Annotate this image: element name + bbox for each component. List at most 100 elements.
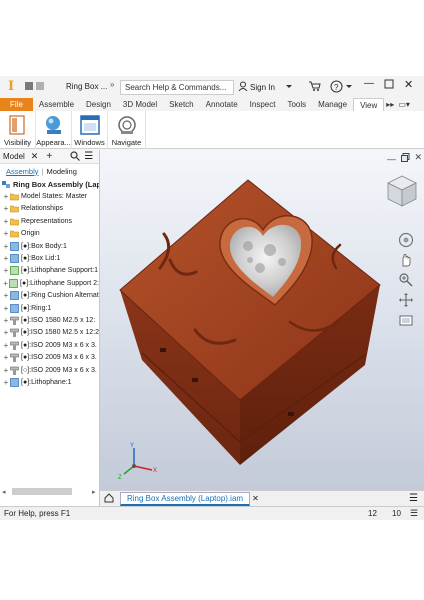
tree-item-label: Model States: Master — [21, 193, 88, 201]
assembly-subtab[interactable]: Assembly — [6, 167, 39, 176]
close-browser-icon[interactable]: ✕ — [31, 151, 39, 162]
tab-file[interactable]: File — [0, 98, 33, 111]
expand-icon[interactable]: + — [2, 254, 10, 263]
tree-item[interactable]: + [●]:ISO 2009 M3 x 6 x 3. — [2, 339, 99, 351]
windows-label: Windows — [74, 138, 105, 147]
expand-icon[interactable]: + — [2, 217, 10, 226]
subtab-divider: | — [41, 166, 44, 176]
more-tabs-icon[interactable]: ▸▸ — [384, 98, 396, 111]
tab-design[interactable]: Design — [80, 98, 117, 111]
close-document-icon[interactable]: ✕ — [252, 494, 259, 503]
search-input[interactable]: Search Help & Commands... — [120, 80, 234, 95]
tree-item[interactable]: + [●]:ISO 1580 M2.5 x 12:2 — [2, 327, 99, 339]
expand-icon[interactable]: + — [2, 378, 10, 387]
tree-item[interactable]: + [●]:Ring:1 — [2, 302, 99, 314]
tree-item[interactable]: + Origin — [2, 228, 99, 240]
expand-icon[interactable]: + — [2, 229, 10, 238]
tree-item[interactable]: + Representations — [2, 215, 99, 227]
sign-in-link[interactable]: Sign In — [250, 83, 275, 92]
expand-icon[interactable]: + — [2, 279, 9, 288]
browser-scrollbar[interactable] — [12, 488, 72, 495]
tree-item[interactable]: + [●]:Ring Cushion Alternat — [2, 290, 99, 302]
tree-item[interactable]: + [●]:Lithophane:1 — [2, 376, 99, 388]
help-dropdown-icon[interactable] — [346, 81, 352, 93]
tree-item[interactable]: + [●]:Box Lid:1 — [2, 252, 99, 264]
tree-item-label: [●]:ISO 1580 M2.5 x 12: — [21, 316, 96, 324]
status-settings-icon[interactable]: ☰ — [410, 507, 418, 520]
expand-icon[interactable]: + — [2, 316, 10, 325]
search-icon[interactable] — [70, 150, 81, 163]
tree-item[interactable]: + [●]:Lithophane Support 2: — [2, 277, 99, 289]
expand-icon[interactable]: + — [2, 266, 10, 275]
tree-item[interactable]: + Model States: Master — [2, 190, 99, 202]
tab-manage[interactable]: Manage — [312, 98, 353, 111]
tab-assemble[interactable]: Assemble — [33, 98, 80, 111]
cart-icon[interactable] — [308, 80, 322, 94]
folder-icon — [9, 229, 20, 238]
tree-item[interactable]: + [●]:ISO 1580 M2.5 x 12: — [2, 314, 99, 326]
svg-text:X: X — [153, 468, 157, 474]
ribbon-toggle-icon[interactable]: ▭▾ — [396, 98, 412, 111]
navigate-button[interactable]: Navigate — [108, 111, 146, 149]
tab-3d-model[interactable]: 3D Model — [117, 98, 163, 111]
expand-icon[interactable]: + — [2, 353, 10, 362]
tree-item-label: [○]:ISO 2009 M3 x 6 x 3. — [21, 366, 97, 374]
expand-icon[interactable]: + — [2, 341, 10, 350]
expand-icon[interactable]: + — [2, 366, 10, 375]
tree-item[interactable]: + [●]:Box Body:1 — [2, 240, 99, 252]
scroll-left-icon[interactable]: ◂ — [2, 488, 6, 496]
expand-icon[interactable]: + — [2, 242, 10, 251]
minimize-icon[interactable]: — — [364, 78, 374, 89]
close-icon[interactable]: ✕ — [404, 78, 413, 91]
tree-item[interactable]: + [●]:Lithophane Support:1 — [2, 265, 99, 277]
chevron-right-icon[interactable]: » — [110, 80, 114, 89]
fastener-icon — [10, 316, 19, 325]
tree-root[interactable]: Ring Box Assembly (Lapto — [2, 178, 99, 190]
part-green-icon — [9, 278, 18, 288]
fastener-icon — [10, 353, 19, 363]
modeling-subtab[interactable]: Modeling — [46, 167, 76, 176]
tree-item[interactable]: + [●]:ISO 2009 M3 x 6 x 3. — [2, 351, 99, 363]
expand-icon[interactable]: + — [2, 328, 10, 337]
part-icon — [10, 378, 19, 387]
tab-tools[interactable]: Tools — [281, 98, 312, 111]
appearance-icon — [45, 116, 61, 134]
expand-icon[interactable]: + — [2, 304, 10, 313]
browser-title: Model — [3, 152, 25, 161]
expand-icon[interactable]: + — [2, 192, 10, 201]
home-icon[interactable] — [104, 492, 114, 505]
tab-sketch[interactable]: Sketch — [163, 98, 199, 111]
appearance-button[interactable]: Appeara... — [36, 111, 72, 149]
graphics-viewport[interactable]: — ✕ Y X Z — [100, 150, 424, 490]
tab-inspect[interactable]: Inspect — [244, 98, 282, 111]
dropdown-icon[interactable] — [286, 81, 292, 93]
menu-icon[interactable]: ☰ — [84, 151, 93, 162]
add-tab-icon[interactable]: + — [46, 151, 52, 162]
user-icon[interactable] — [238, 81, 248, 94]
expand-icon[interactable]: + — [2, 204, 10, 213]
status-message: For Help, press F1 — [4, 509, 71, 518]
part-icon — [10, 241, 19, 251]
tree-item-label: [●]:Box Lid:1 — [21, 255, 61, 263]
inventor-logo-icon[interactable]: I — [4, 80, 18, 94]
inventor-window: I Ring Box ... » Search Help & Commands.… — [0, 76, 424, 520]
expand-icon[interactable]: + — [2, 291, 10, 300]
scroll-right-icon[interactable]: ▸ — [92, 488, 96, 496]
ring-box-model[interactable] — [100, 150, 424, 490]
tree-item[interactable]: + [○]:ISO 2009 M3 x 6 x 3. — [2, 364, 99, 376]
windows-button[interactable]: Windows — [72, 111, 108, 149]
maximize-icon[interactable] — [384, 79, 394, 91]
tab-view[interactable]: View — [353, 98, 385, 111]
tree-item[interactable]: + Relationships — [2, 203, 99, 215]
folder-icon — [9, 204, 20, 213]
documents-menu-icon[interactable]: ☰ — [409, 493, 418, 504]
document-tab[interactable]: Ring Box Assembly (Laptop).iam — [120, 491, 251, 506]
quick-access-icon[interactable] — [24, 81, 48, 93]
fastener-icon — [10, 328, 19, 338]
tree-item-label: [●]:Box Body:1 — [21, 242, 67, 250]
visibility-button[interactable]: Visibility — [0, 111, 36, 149]
help-icon[interactable]: ? — [330, 80, 343, 95]
navigate-icon — [117, 116, 136, 134]
tab-annotate[interactable]: Annotate — [200, 98, 244, 111]
tree-item-label: [●]:Ring:1 — [21, 304, 52, 312]
